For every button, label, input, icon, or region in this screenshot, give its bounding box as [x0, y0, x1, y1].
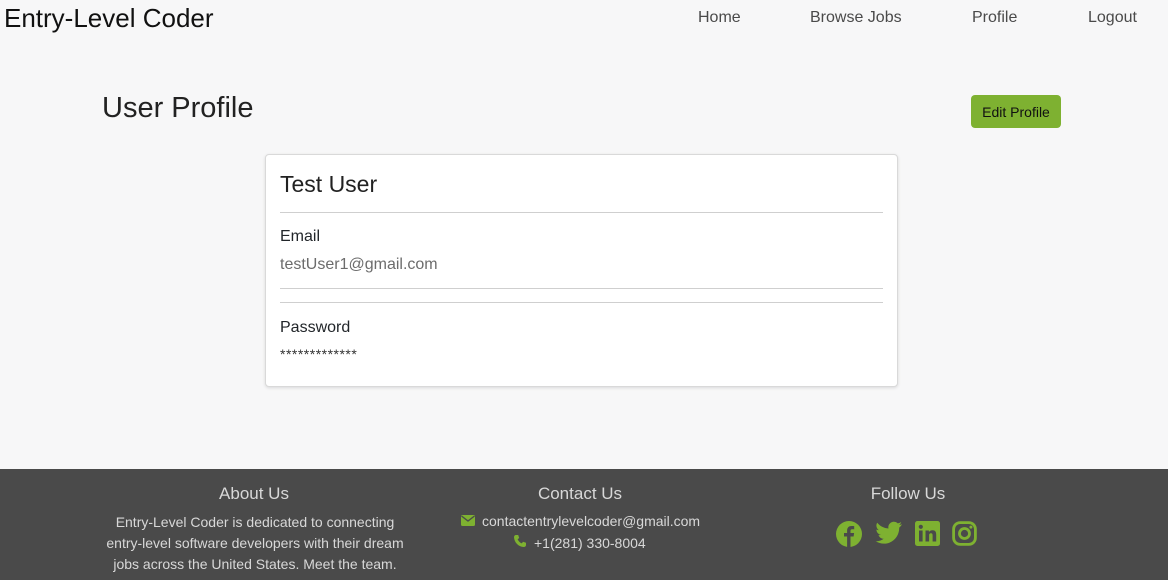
- phone-icon: [513, 534, 527, 551]
- contact-email-line[interactable]: contactentrylevelcoder@gmail.com: [461, 513, 700, 529]
- profile-card: Test User Email testUser1@gmail.com Pass…: [265, 154, 898, 387]
- footer: About Us Entry-Level Coder is dedicated …: [0, 469, 1168, 580]
- divider: [280, 302, 883, 303]
- profile-name: Test User: [280, 171, 378, 197]
- nav-profile[interactable]: Profile: [972, 9, 1017, 27]
- nav-logout[interactable]: Logout: [1088, 9, 1137, 27]
- facebook-icon[interactable]: [836, 521, 862, 552]
- divider: [280, 212, 883, 213]
- social-links: [836, 521, 977, 552]
- nav-home[interactable]: Home: [698, 9, 741, 27]
- follow-title: Follow Us: [870, 484, 946, 503]
- contact-phone[interactable]: +1(281) 330-8004: [534, 535, 646, 551]
- contact-email[interactable]: contactentrylevelcoder@gmail.com: [482, 513, 700, 529]
- linkedin-icon[interactable]: [915, 521, 940, 552]
- twitter-icon[interactable]: [875, 521, 903, 552]
- password-value: *************: [280, 346, 358, 362]
- contact-title: Contact Us: [537, 484, 623, 503]
- about-title: About Us: [219, 484, 289, 503]
- divider: [280, 288, 883, 289]
- instagram-icon[interactable]: [952, 521, 977, 552]
- email-label: Email: [280, 228, 321, 245]
- envelope-icon: [461, 513, 475, 529]
- email-value: testUser1@gmail.com: [280, 256, 438, 273]
- password-label: Password: [280, 319, 351, 336]
- nav-browse-jobs[interactable]: Browse Jobs: [810, 9, 902, 27]
- about-text: Entry-Level Coder is dedicated to connec…: [106, 514, 404, 572]
- contact-phone-line[interactable]: +1(281) 330-8004: [513, 534, 646, 551]
- brand-logo[interactable]: Entry-Level Coder: [4, 3, 214, 34]
- page-title: User Profile: [102, 92, 254, 124]
- edit-profile-button[interactable]: Edit Profile: [971, 95, 1061, 128]
